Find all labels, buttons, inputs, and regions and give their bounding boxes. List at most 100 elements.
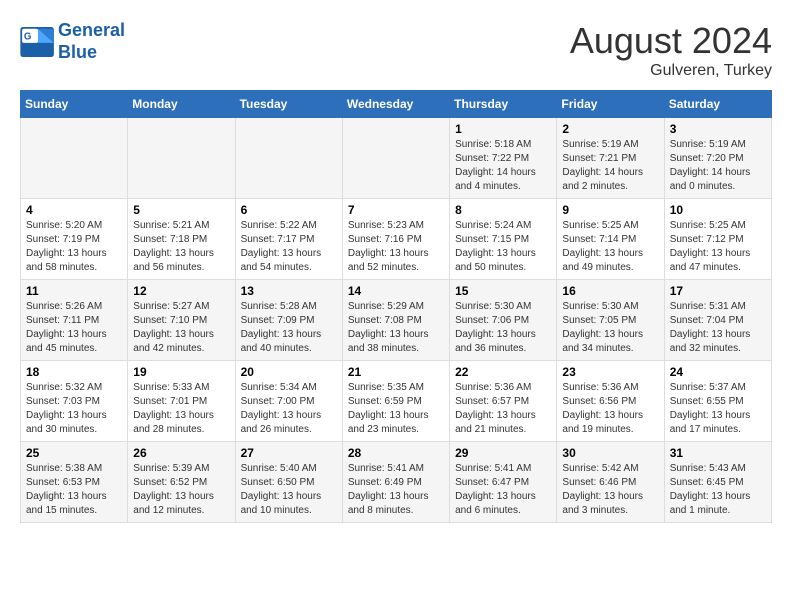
logo: G General Blue — [20, 20, 125, 63]
day-number: 31 — [670, 446, 766, 460]
calendar-cell: 7 Sunrise: 5:23 AM Sunset: 7:16 PM Daylig… — [342, 199, 449, 280]
calendar-week-2: 4 Sunrise: 5:20 AM Sunset: 7:19 PM Daylig… — [21, 199, 772, 280]
day-number: 17 — [670, 284, 766, 298]
calendar-cell: 28Sunrise: 5:41 AM Sunset: 6:49 PM Dayli… — [342, 442, 449, 523]
day-info: Sunrise: 5:35 AM Sunset: 6:59 PM Dayligh… — [348, 381, 444, 437]
day-info: Sunrise: 5:23 AM Sunset: 7:16 PM Dayligh… — [348, 219, 444, 275]
calendar-cell: 16 Sunrise: 5:30 AM Sunset: 7:05 PM Dayli… — [557, 280, 664, 361]
day-number: 15 — [455, 284, 551, 298]
day-number: 9 — [562, 203, 658, 217]
calendar-header-row: SundayMondayTuesdayWednesdayThursdayFrid… — [21, 91, 772, 118]
svg-text:G: G — [24, 31, 32, 42]
calendar-cell — [21, 118, 128, 199]
subtitle: Gulveren, Turkey — [570, 62, 772, 80]
day-info: Sunrise: 5:31 AM Sunset: 7:04 PM Dayligh… — [670, 300, 766, 356]
day-info: Sunrise: 5:30 AM Sunset: 7:06 PM Dayligh… — [455, 300, 551, 356]
day-info: Sunrise: 5:28 AM Sunset: 7:09 PM Dayligh… — [241, 300, 337, 356]
calendar-cell: 9 Sunrise: 5:25 AM Sunset: 7:14 PM Daylig… — [557, 199, 664, 280]
calendar-week-5: 25 Sunrise: 5:38 AM Sunset: 6:53 PM Dayli… — [21, 442, 772, 523]
day-info: Sunrise: 5:26 AM Sunset: 7:11 PM Dayligh… — [26, 300, 122, 356]
day-number: 22 — [455, 365, 551, 379]
day-info: Sunrise: 5:43 AM Sunset: 6:45 PM Dayligh… — [670, 462, 766, 518]
calendar-cell: 3Sunrise: 5:19 AM Sunset: 7:20 PM Daylig… — [664, 118, 771, 199]
calendar-cell — [235, 118, 342, 199]
logo-line1: General — [58, 20, 125, 40]
calendar-week-1: 1 Sunrise: 5:18 AM Sunset: 7:22 PM Daylig… — [21, 118, 772, 199]
day-number: 23 — [562, 365, 658, 379]
day-info: Sunrise: 5:33 AM Sunset: 7:01 PM Dayligh… — [133, 381, 229, 437]
day-info: Sunrise: 5:41 AM Sunset: 6:49 PM Dayligh… — [348, 462, 444, 518]
calendar-week-4: 18 Sunrise: 5:32 AM Sunset: 7:03 PM Dayli… — [21, 361, 772, 442]
day-info: Sunrise: 5:36 AM Sunset: 6:57 PM Dayligh… — [455, 381, 551, 437]
header-wednesday: Wednesday — [342, 91, 449, 118]
calendar-table: SundayMondayTuesdayWednesdayThursdayFrid… — [20, 90, 772, 523]
day-info: Sunrise: 5:37 AM Sunset: 6:55 PM Dayligh… — [670, 381, 766, 437]
day-info: Sunrise: 5:32 AM Sunset: 7:03 PM Dayligh… — [26, 381, 122, 437]
day-number: 30 — [562, 446, 658, 460]
calendar-cell: 18 Sunrise: 5:32 AM Sunset: 7:03 PM Dayli… — [21, 361, 128, 442]
calendar-cell: 15 Sunrise: 5:30 AM Sunset: 7:06 PM Dayli… — [450, 280, 557, 361]
calendar-cell: 4 Sunrise: 5:20 AM Sunset: 7:19 PM Daylig… — [21, 199, 128, 280]
day-info: Sunrise: 5:30 AM Sunset: 7:05 PM Dayligh… — [562, 300, 658, 356]
day-info: Sunrise: 5:18 AM Sunset: 7:22 PM Dayligh… — [455, 138, 551, 194]
day-number: 25 — [26, 446, 122, 460]
day-number: 2 — [562, 122, 658, 136]
calendar-cell: 20Sunrise: 5:34 AM Sunset: 7:00 PM Dayli… — [235, 361, 342, 442]
calendar-cell: 27 Sunrise: 5:40 AM Sunset: 6:50 PM Dayli… — [235, 442, 342, 523]
day-info: Sunrise: 5:36 AM Sunset: 6:56 PM Dayligh… — [562, 381, 658, 437]
logo-text: General Blue — [58, 20, 125, 63]
day-info: Sunrise: 5:42 AM Sunset: 6:46 PM Dayligh… — [562, 462, 658, 518]
calendar-cell: 26Sunrise: 5:39 AM Sunset: 6:52 PM Dayli… — [128, 442, 235, 523]
day-number: 16 — [562, 284, 658, 298]
day-number: 5 — [133, 203, 229, 217]
day-number: 24 — [670, 365, 766, 379]
calendar-cell: 12 Sunrise: 5:27 AM Sunset: 7:10 PM Dayli… — [128, 280, 235, 361]
day-number: 19 — [133, 365, 229, 379]
calendar-cell — [342, 118, 449, 199]
day-info: Sunrise: 5:25 AM Sunset: 7:14 PM Dayligh… — [562, 219, 658, 275]
month-title: August 2024 — [570, 20, 772, 62]
day-number: 10 — [670, 203, 766, 217]
day-info: Sunrise: 5:39 AM Sunset: 6:52 PM Dayligh… — [133, 462, 229, 518]
header-saturday: Saturday — [664, 91, 771, 118]
day-info: Sunrise: 5:40 AM Sunset: 6:50 PM Dayligh… — [241, 462, 337, 518]
day-info: Sunrise: 5:19 AM Sunset: 7:21 PM Dayligh… — [562, 138, 658, 194]
calendar-cell: 25 Sunrise: 5:38 AM Sunset: 6:53 PM Dayli… — [21, 442, 128, 523]
day-number: 13 — [241, 284, 337, 298]
day-info: Sunrise: 5:20 AM Sunset: 7:19 PM Dayligh… — [26, 219, 122, 275]
day-number: 11 — [26, 284, 122, 298]
calendar-cell: 8 Sunrise: 5:24 AM Sunset: 7:15 PM Daylig… — [450, 199, 557, 280]
calendar-cell: 24 Sunrise: 5:37 AM Sunset: 6:55 PM Dayli… — [664, 361, 771, 442]
day-info: Sunrise: 5:25 AM Sunset: 7:12 PM Dayligh… — [670, 219, 766, 275]
day-number: 12 — [133, 284, 229, 298]
title-block: August 2024 Gulveren, Turkey — [570, 20, 772, 80]
day-number: 27 — [241, 446, 337, 460]
calendar-cell: 11 Sunrise: 5:26 AM Sunset: 7:11 PM Dayli… — [21, 280, 128, 361]
calendar-cell: 5 Sunrise: 5:21 AM Sunset: 7:18 PM Daylig… — [128, 199, 235, 280]
day-number: 4 — [26, 203, 122, 217]
day-info: Sunrise: 5:19 AM Sunset: 7:20 PM Dayligh… — [670, 138, 766, 194]
calendar-cell: 21 Sunrise: 5:35 AM Sunset: 6:59 PM Dayli… — [342, 361, 449, 442]
calendar-cell: 2 Sunrise: 5:19 AM Sunset: 7:21 PM Daylig… — [557, 118, 664, 199]
calendar-cell — [128, 118, 235, 199]
day-info: Sunrise: 5:22 AM Sunset: 7:17 PM Dayligh… — [241, 219, 337, 275]
calendar-cell: 30 Sunrise: 5:42 AM Sunset: 6:46 PM Dayli… — [557, 442, 664, 523]
day-info: Sunrise: 5:24 AM Sunset: 7:15 PM Dayligh… — [455, 219, 551, 275]
calendar-cell: 13 Sunrise: 5:28 AM Sunset: 7:09 PM Dayli… — [235, 280, 342, 361]
day-info: Sunrise: 5:38 AM Sunset: 6:53 PM Dayligh… — [26, 462, 122, 518]
day-number: 21 — [348, 365, 444, 379]
day-number: 1 — [455, 122, 551, 136]
day-info: Sunrise: 5:21 AM Sunset: 7:18 PM Dayligh… — [133, 219, 229, 275]
calendar-cell: 29Sunrise: 5:41 AM Sunset: 6:47 PM Dayli… — [450, 442, 557, 523]
page-header: G General Blue August 2024 Gulveren, Tur… — [20, 20, 772, 80]
day-number: 8 — [455, 203, 551, 217]
day-info: Sunrise: 5:27 AM Sunset: 7:10 PM Dayligh… — [133, 300, 229, 356]
day-number: 20 — [241, 365, 337, 379]
day-info: Sunrise: 5:41 AM Sunset: 6:47 PM Dayligh… — [455, 462, 551, 518]
day-number: 18 — [26, 365, 122, 379]
calendar-week-3: 11 Sunrise: 5:26 AM Sunset: 7:11 PM Dayli… — [21, 280, 772, 361]
calendar-cell: 14Sunrise: 5:29 AM Sunset: 7:08 PM Dayli… — [342, 280, 449, 361]
calendar-cell: 17 Sunrise: 5:31 AM Sunset: 7:04 PM Dayli… — [664, 280, 771, 361]
day-number: 7 — [348, 203, 444, 217]
day-info: Sunrise: 5:29 AM Sunset: 7:08 PM Dayligh… — [348, 300, 444, 356]
